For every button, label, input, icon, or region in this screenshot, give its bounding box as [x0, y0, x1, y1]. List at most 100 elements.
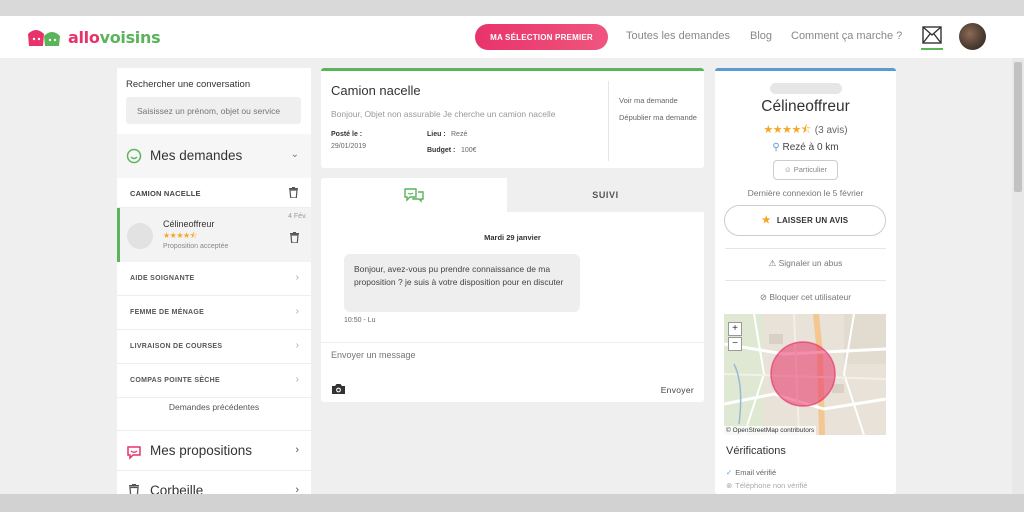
- user-avatar[interactable]: [959, 23, 986, 50]
- check-circle-icon: ✓: [726, 468, 733, 477]
- verification-label: Téléphone non vérifié: [735, 481, 808, 490]
- rating-stars: ★★★★⯪ (3 avis): [763, 124, 848, 136]
- chevron-right-icon: ›: [295, 306, 299, 317]
- section-mes-demandes[interactable]: Mes demandes ⌄: [117, 134, 311, 178]
- profile-photo: [770, 83, 842, 94]
- previous-requests-link[interactable]: Demandes précédentes: [117, 402, 311, 412]
- browser-top-band: [0, 0, 1024, 16]
- verifications-title: Vérifications: [726, 445, 786, 457]
- tab-messages[interactable]: [321, 178, 507, 212]
- location-text: Rezé à 0 km: [782, 142, 839, 153]
- search-input[interactable]: [126, 97, 301, 124]
- message-time: 10:50 - Lu: [344, 317, 376, 324]
- request-title: COMPAS POINTE SÈCHE: [130, 377, 220, 384]
- view-request-link[interactable]: Voir ma demande: [619, 95, 678, 106]
- button-label: LAISSER UN AVIS: [776, 216, 849, 225]
- scrollbar-thumb[interactable]: [1014, 62, 1022, 192]
- mail-icon[interactable]: [922, 26, 942, 44]
- location-label: Lieu :: [427, 131, 446, 138]
- block-icon: ⊘: [759, 292, 767, 302]
- tab-label: SUIVI: [592, 190, 619, 200]
- map-pin-icon: ⚲: [772, 142, 780, 153]
- conversation-item[interactable]: Célineoffreur ★★★★⯪ Proposition acceptée…: [117, 208, 311, 262]
- person-icon: ☺: [783, 165, 792, 174]
- trash-icon[interactable]: [290, 232, 299, 243]
- conversation-status: Proposition acceptée: [163, 243, 229, 250]
- zoom-in-button[interactable]: +: [728, 322, 742, 336]
- chat-bubble-icon: [127, 446, 141, 460]
- posted-date: 29/01/2019: [331, 143, 367, 150]
- chat-card: SUIVI Mardi 29 janvier Bonjour, avez-vou…: [321, 178, 704, 402]
- location-map[interactable]: + − © OpenStreetMap contributors: [724, 314, 886, 435]
- location-value: Rezé: [451, 131, 468, 138]
- chat-bubbles-icon: [404, 188, 424, 203]
- chevron-right-icon: ›: [295, 374, 299, 385]
- camera-icon[interactable]: [331, 383, 346, 395]
- review-count[interactable]: (3 avis): [815, 125, 848, 136]
- scrollbar[interactable]: [1012, 58, 1024, 494]
- chat-date: Mardi 29 janvier: [484, 233, 541, 242]
- rating-stars: ★★★★⯪: [163, 231, 197, 240]
- trash-icon: [129, 484, 139, 494]
- budget-label: Budget :: [427, 147, 456, 154]
- unpublish-request-link[interactable]: Dépublier ma demande: [619, 112, 699, 123]
- section-mes-propositions[interactable]: Mes propositions ›: [117, 430, 311, 470]
- chevron-down-icon: ⌄: [290, 149, 299, 160]
- leave-review-button[interactable]: ★ LAISSER UN AVIS: [724, 205, 886, 236]
- link-label: Signaler un abus: [778, 258, 843, 268]
- request-camion-nacelle[interactable]: CAMION NACELLE: [117, 178, 311, 208]
- request-title: LIVRAISON DE COURSES: [130, 343, 223, 350]
- request-title: FEMME DE MÉNAGE: [130, 309, 205, 316]
- request-femme-de-menage[interactable]: FEMME DE MÉNAGE ›: [117, 296, 311, 330]
- logo-text: allovoisins: [68, 27, 161, 47]
- chat-bubble-icon: [126, 148, 142, 164]
- request-title: Camion nacelle: [331, 83, 421, 98]
- map-attribution: © OpenStreetMap contributors: [724, 426, 817, 435]
- active-indicator: [921, 48, 943, 50]
- nav-link-blog[interactable]: Blog: [750, 30, 772, 42]
- request-title: AIDE SOIGNANTE: [130, 275, 195, 282]
- badge-label: Particulier: [793, 165, 828, 174]
- message-bubble: Bonjour, avez-vous pu prendre connaissan…: [344, 254, 580, 312]
- send-button[interactable]: Envoyer: [661, 385, 694, 395]
- chevron-right-icon: ›: [295, 444, 299, 456]
- request-description: Bonjour, Objet non assurable Je cherche …: [331, 109, 556, 119]
- section-label: Corbeille: [150, 483, 204, 494]
- link-label: Bloquer cet utilisateur: [769, 292, 852, 302]
- profile-card: Célineoffreur ★★★★⯪ (3 avis) ⚲ Rezé à 0 k…: [715, 68, 896, 494]
- warning-icon: ⚠: [768, 258, 777, 268]
- section-corbeille[interactable]: Corbeille ›: [117, 470, 311, 494]
- logo[interactable]: allovoisins: [26, 26, 161, 48]
- request-aide-soignante[interactable]: AIDE SOIGNANTE ›: [117, 262, 311, 296]
- navbar: allovoisins MA SÉLECTION PREMIER Toutes …: [0, 16, 1024, 58]
- budget-value: 100€: [461, 147, 477, 154]
- report-abuse-link[interactable]: ⚠ Signaler un abus: [715, 258, 896, 269]
- zoom-out-button[interactable]: −: [728, 337, 742, 351]
- message-input[interactable]: [331, 348, 661, 362]
- conversation-name: Célineoffreur: [163, 219, 215, 229]
- premium-selection-button[interactable]: MA SÉLECTION PREMIER: [475, 24, 608, 50]
- divider: [725, 280, 886, 281]
- profile-name: Célineoffreur: [761, 98, 850, 115]
- request-livraison-de-courses[interactable]: LIVRAISON DE COURSES ›: [117, 330, 311, 364]
- tab-suivi[interactable]: SUIVI: [507, 178, 704, 212]
- last-login: Dernière connexion le 5 février: [747, 188, 864, 198]
- star-icon: ★: [761, 215, 771, 226]
- verification-email: ✓ Email vérifié: [726, 468, 776, 477]
- request-title: CAMION NACELLE: [130, 189, 201, 198]
- avatar: [127, 223, 153, 249]
- posted-label: Posté le :: [331, 131, 363, 138]
- chevron-right-icon: ›: [295, 340, 299, 351]
- profile-type-badge: ☺ Particulier: [773, 160, 838, 180]
- nav-link-all-requests[interactable]: Toutes les demandes: [626, 30, 730, 42]
- trash-icon[interactable]: [289, 187, 298, 198]
- request-compas-pointe-seche[interactable]: COMPAS POINTE SÈCHE ›: [117, 364, 311, 398]
- nav-link-how-it-works[interactable]: Comment ça marche ?: [791, 30, 902, 42]
- conversations-sidebar: Rechercher une conversation Mes demandes…: [117, 68, 311, 494]
- profile-location: ⚲ Rezé à 0 km: [715, 142, 896, 153]
- chevron-right-icon: ›: [295, 272, 299, 283]
- conversation-date: 4 Fév.: [288, 213, 307, 220]
- block-user-link[interactable]: ⊘ Bloquer cet utilisateur: [715, 292, 896, 303]
- map-tiles: [724, 314, 886, 435]
- cross-circle-icon: ⊗: [726, 481, 733, 490]
